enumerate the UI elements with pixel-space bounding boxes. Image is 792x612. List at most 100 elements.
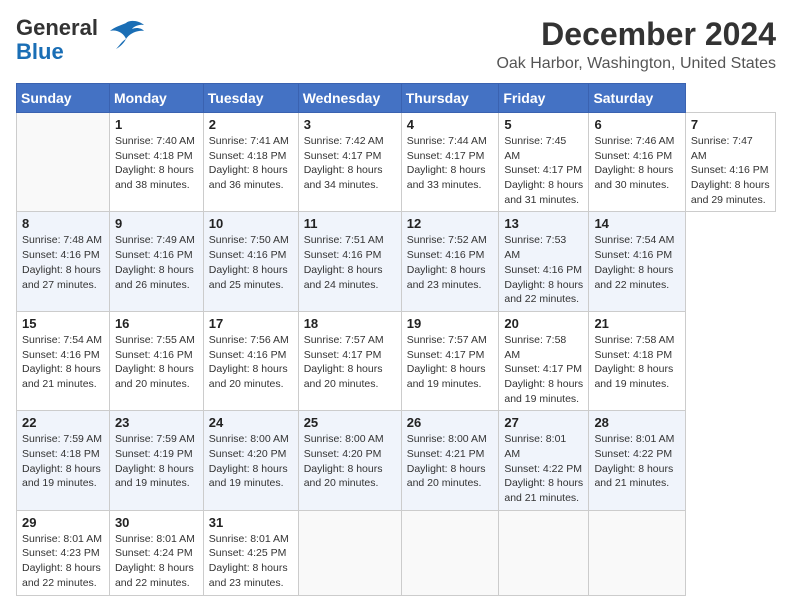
calendar-cell: 15 Sunrise: 7:54 AMSunset: 4:16 PMDayligh…	[17, 311, 110, 410]
sunrise-text: Sunrise: 7:59 AM	[115, 432, 198, 447]
day-detail: Sunrise: 7:57 AMSunset: 4:17 PMDaylight:…	[407, 333, 494, 392]
sunrise-text: Sunrise: 8:01 AM	[209, 532, 293, 547]
sunset-text: Sunset: 4:22 PM	[504, 462, 583, 477]
daylight-text: Daylight: 8 hours and 19 minutes.	[594, 362, 679, 391]
sunset-text: Sunset: 4:17 PM	[304, 348, 396, 363]
day-number: 19	[407, 316, 494, 331]
day-number: 13	[504, 216, 583, 231]
sunrise-text: Sunrise: 7:57 AM	[407, 333, 494, 348]
day-number: 28	[594, 415, 679, 430]
sunset-text: Sunset: 4:18 PM	[22, 447, 104, 462]
day-number: 2	[209, 117, 293, 132]
calendar-cell: 24Sunrise: 8:00 AMSunset: 4:20 PMDayligh…	[203, 411, 298, 510]
sunset-text: Sunset: 4:16 PM	[209, 248, 293, 263]
calendar-cell: 26Sunrise: 8:00 AMSunset: 4:21 PMDayligh…	[401, 411, 499, 510]
day-number: 23	[115, 415, 198, 430]
sunset-text: Sunset: 4:20 PM	[304, 447, 396, 462]
daylight-text: Daylight: 8 hours and 21 minutes.	[594, 462, 679, 491]
day-detail: Sunrise: 7:54 AMSunset: 4:16 PMDaylight:…	[22, 333, 104, 392]
day-number: 10	[209, 216, 293, 231]
day-number: 7	[691, 117, 770, 132]
sunset-text: Sunset: 4:16 PM	[594, 149, 679, 164]
calendar-cell: 6Sunrise: 7:46 AMSunset: 4:16 PMDaylight…	[589, 113, 685, 212]
sunset-text: Sunset: 4:16 PM	[22, 348, 104, 363]
day-number: 5	[504, 117, 583, 132]
sunset-text: Sunset: 4:24 PM	[115, 546, 198, 561]
sunset-text: Sunset: 4:16 PM	[691, 163, 770, 178]
daylight-text: Daylight: 8 hours and 19 minutes.	[407, 362, 494, 391]
day-detail: Sunrise: 8:00 AMSunset: 4:20 PMDaylight:…	[304, 432, 396, 491]
day-detail: Sunrise: 7:42 AMSunset: 4:17 PMDaylight:…	[304, 134, 396, 193]
daylight-text: Daylight: 8 hours and 27 minutes.	[22, 263, 104, 292]
sunrise-text: Sunrise: 7:58 AM	[594, 333, 679, 348]
calendar-cell: 16Sunrise: 7:55 AMSunset: 4:16 PMDayligh…	[109, 311, 203, 410]
day-number: 24	[209, 415, 293, 430]
daylight-text: Daylight: 8 hours and 38 minutes.	[115, 163, 198, 192]
calendar-cell	[401, 510, 499, 595]
day-detail: Sunrise: 8:01 AMSunset: 4:24 PMDaylight:…	[115, 532, 198, 591]
day-number: 12	[407, 216, 494, 231]
daylight-text: Daylight: 8 hours and 23 minutes.	[407, 263, 494, 292]
day-number: 16	[115, 316, 198, 331]
sunset-text: Sunset: 4:16 PM	[209, 348, 293, 363]
sunset-text: Sunset: 4:23 PM	[22, 546, 104, 561]
day-detail: Sunrise: 7:48 AMSunset: 4:16 PMDaylight:…	[22, 233, 104, 292]
daylight-text: Daylight: 8 hours and 34 minutes.	[304, 163, 396, 192]
sunset-text: Sunset: 4:17 PM	[407, 149, 494, 164]
day-number: 15	[22, 316, 104, 331]
calendar-table: SundayMondayTuesdayWednesdayThursdayFrid…	[16, 83, 776, 596]
day-number: 4	[407, 117, 494, 132]
day-detail: Sunrise: 7:59 AMSunset: 4:18 PMDaylight:…	[22, 432, 104, 491]
calendar-cell: 29Sunrise: 8:01 AMSunset: 4:23 PMDayligh…	[17, 510, 110, 595]
day-detail: Sunrise: 7:58 AMSunset: 4:17 PMDaylight:…	[504, 333, 583, 406]
day-number: 31	[209, 515, 293, 530]
calendar-cell	[589, 510, 685, 595]
day-detail: Sunrise: 8:01 AMSunset: 4:23 PMDaylight:…	[22, 532, 104, 591]
daylight-text: Daylight: 8 hours and 26 minutes.	[115, 263, 198, 292]
day-detail: Sunrise: 7:49 AMSunset: 4:16 PMDaylight:…	[115, 233, 198, 292]
day-header-sunday: Sunday	[17, 84, 110, 113]
day-header-saturday: Saturday	[589, 84, 685, 113]
calendar-cell: 21Sunrise: 7:58 AMSunset: 4:18 PMDayligh…	[589, 311, 685, 410]
daylight-text: Daylight: 8 hours and 20 minutes.	[304, 362, 396, 391]
daylight-text: Daylight: 8 hours and 22 minutes.	[594, 263, 679, 292]
sunrise-text: Sunrise: 7:48 AM	[22, 233, 104, 248]
sunrise-text: Sunrise: 7:44 AM	[407, 134, 494, 149]
calendar-cell: 18Sunrise: 7:57 AMSunset: 4:17 PMDayligh…	[298, 311, 401, 410]
day-detail: Sunrise: 7:47 AMSunset: 4:16 PMDaylight:…	[691, 134, 770, 207]
sunset-text: Sunset: 4:25 PM	[209, 546, 293, 561]
sunrise-text: Sunrise: 8:00 AM	[304, 432, 396, 447]
calendar-cell: 10 Sunrise: 7:50 AMSunset: 4:16 PMDayligh…	[203, 212, 298, 311]
daylight-text: Daylight: 8 hours and 36 minutes.	[209, 163, 293, 192]
day-detail: Sunrise: 8:01 AMSunset: 4:22 PMDaylight:…	[594, 432, 679, 491]
calendar-cell: 1Sunrise: 7:40 AMSunset: 4:18 PMDaylight…	[109, 113, 203, 212]
day-detail: Sunrise: 7:50 AMSunset: 4:16 PMDaylight:…	[209, 233, 293, 292]
day-detail: Sunrise: 7:52 AMSunset: 4:16 PMDaylight:…	[407, 233, 494, 292]
day-number: 9	[115, 216, 198, 231]
sunrise-text: Sunrise: 7:49 AM	[115, 233, 198, 248]
daylight-text: Daylight: 8 hours and 22 minutes.	[22, 561, 104, 590]
sunrise-text: Sunrise: 7:59 AM	[22, 432, 104, 447]
day-number: 6	[594, 117, 679, 132]
day-number: 3	[304, 117, 396, 132]
calendar-cell: 12 Sunrise: 7:52 AMSunset: 4:16 PMDayligh…	[401, 212, 499, 311]
calendar-cell: 27Sunrise: 8:01 AMSunset: 4:22 PMDayligh…	[499, 411, 589, 510]
sunrise-text: Sunrise: 7:47 AM	[691, 134, 770, 163]
sunset-text: Sunset: 4:16 PM	[504, 263, 583, 278]
logo-bird-icon	[106, 19, 144, 54]
day-detail: Sunrise: 8:01 AMSunset: 4:25 PMDaylight:…	[209, 532, 293, 591]
daylight-text: Daylight: 8 hours and 19 minutes.	[504, 377, 583, 406]
day-header-friday: Friday	[499, 84, 589, 113]
daylight-text: Daylight: 8 hours and 21 minutes.	[22, 362, 104, 391]
daylight-text: Daylight: 8 hours and 20 minutes.	[407, 462, 494, 491]
sunrise-text: Sunrise: 7:40 AM	[115, 134, 198, 149]
day-detail: Sunrise: 7:54 AMSunset: 4:16 PMDaylight:…	[594, 233, 679, 292]
sunrise-text: Sunrise: 7:58 AM	[504, 333, 583, 362]
sunrise-text: Sunrise: 7:51 AM	[304, 233, 396, 248]
sunset-text: Sunset: 4:16 PM	[594, 248, 679, 263]
sunset-text: Sunset: 4:16 PM	[22, 248, 104, 263]
sunset-text: Sunset: 4:16 PM	[115, 248, 198, 263]
daylight-text: Daylight: 8 hours and 31 minutes.	[504, 178, 583, 207]
calendar-cell: 22Sunrise: 7:59 AMSunset: 4:18 PMDayligh…	[17, 411, 110, 510]
sunset-text: Sunset: 4:18 PM	[209, 149, 293, 164]
